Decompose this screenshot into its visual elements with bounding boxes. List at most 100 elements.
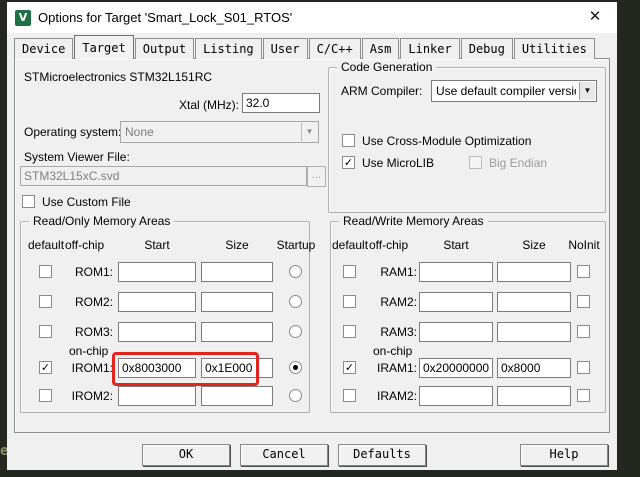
ram1-start-input[interactable] [419, 262, 493, 282]
arm-compiler-select[interactable]: Use default compiler version 5 ▼ [431, 80, 597, 102]
irom1-default-checkbox[interactable]: ✓ [39, 361, 52, 374]
rom2-default-checkbox[interactable] [39, 295, 52, 308]
system-viewer-file-input [20, 166, 307, 186]
read-write-memory-areas-title: Read/Write Memory Areas [339, 214, 488, 228]
ram1-label: RAM1: [359, 265, 417, 279]
rom2-row: ROM2: [21, 292, 309, 312]
tab-listing[interactable]: Listing [195, 38, 262, 59]
ram3-default-checkbox[interactable] [343, 325, 356, 338]
column-header-start: Start [118, 238, 196, 252]
rom2-start-input[interactable] [118, 292, 196, 312]
ram2-size-input[interactable] [497, 292, 571, 312]
rom1-default-checkbox[interactable] [39, 265, 52, 278]
options-for-target-dialog: V Options for Target 'Smart_Lock_S01_RTO… [7, 2, 617, 470]
iram1-size-input[interactable] [497, 358, 571, 378]
iram2-label: IRAM2: [359, 389, 417, 403]
use-custom-file-checkbox[interactable] [22, 195, 35, 208]
rom1-startup-radio[interactable] [289, 265, 302, 278]
target-tab-page: STMicroelectronics STM32L151RC Xtal (MHz… [14, 58, 610, 433]
cancel-button[interactable]: Cancel [240, 444, 328, 466]
operating-system-value: None [125, 125, 298, 139]
iram2-default-checkbox[interactable] [343, 389, 356, 402]
iram1-noinit-checkbox[interactable] [577, 361, 590, 374]
tab-utilities[interactable]: Utilities [514, 38, 595, 59]
read-only-memory-areas-group: Read/Only Memory Areas defaultoff-chipSt… [20, 221, 310, 413]
ram2-noinit-checkbox[interactable] [577, 295, 590, 308]
column-header-off-chip: off-chip [369, 238, 408, 252]
irom2-startup-radio[interactable] [289, 389, 302, 402]
iram2-start-input[interactable] [419, 386, 493, 406]
column-header-size: Size [201, 238, 273, 252]
help-button[interactable]: Help [520, 444, 608, 466]
iram1-start-input[interactable] [419, 358, 493, 378]
tab-device[interactable]: Device [14, 38, 73, 59]
iram2-size-input[interactable] [497, 386, 571, 406]
rom1-label: ROM1: [55, 265, 113, 279]
rom1-row: ROM1: [21, 262, 309, 282]
use-microlib-checkbox[interactable]: ✓ [342, 156, 355, 169]
ram3-label: RAM3: [359, 325, 417, 339]
tab-debug[interactable]: Debug [461, 38, 513, 59]
rom3-size-input[interactable] [201, 322, 273, 342]
ram3-start-input[interactable] [419, 322, 493, 342]
rom3-default-checkbox[interactable] [39, 325, 52, 338]
onchip-label: on-chip [69, 344, 108, 358]
tab-target[interactable]: Target [74, 35, 133, 59]
iram2-row: IRAM2: [331, 386, 605, 406]
defaults-button[interactable]: Defaults [338, 444, 426, 466]
rom3-startup-radio[interactable] [289, 325, 302, 338]
system-viewer-file-label: System Viewer File: [24, 150, 130, 164]
operating-system-select: None ▼ [120, 121, 319, 143]
column-header-off-chip: off-chip [65, 238, 104, 252]
arm-compiler-label: ARM Compiler: [341, 84, 422, 98]
ram1-size-input[interactable] [497, 262, 571, 282]
use-microlib-label: Use MicroLIB [362, 156, 434, 170]
big-endian-checkbox [469, 156, 482, 169]
ram2-label: RAM2: [359, 295, 417, 309]
tab-linker[interactable]: Linker [400, 38, 459, 59]
ram3-noinit-checkbox[interactable] [577, 325, 590, 338]
tab-output[interactable]: Output [135, 38, 194, 59]
irom1-start-input[interactable] [118, 358, 196, 378]
ram1-row: RAM1: [331, 262, 605, 282]
code-generation-group: Code Generation ARM Compiler: Use defaul… [328, 67, 606, 213]
close-icon[interactable]: ✕ [586, 8, 604, 26]
ram1-noinit-checkbox[interactable] [577, 265, 590, 278]
xtal-label: Xtal (MHz): [125, 98, 239, 112]
column-header-noinit: NoInit [555, 238, 613, 252]
iram2-noinit-checkbox[interactable] [577, 389, 590, 402]
irom1-row: ✓IROM1: [21, 358, 309, 378]
rom3-start-input[interactable] [118, 322, 196, 342]
iram1-default-checkbox[interactable]: ✓ [343, 361, 356, 374]
irom2-label: IROM2: [55, 389, 113, 403]
read-write-memory-areas-group: Read/Write Memory Areas defaultoff-chipS… [330, 221, 606, 413]
rom3-label: ROM3: [55, 325, 113, 339]
chevron-down-icon[interactable]: ▼ [579, 82, 595, 100]
rom2-startup-radio[interactable] [289, 295, 302, 308]
big-endian-label: Big Endian [489, 156, 547, 170]
irom2-default-checkbox[interactable] [39, 389, 52, 402]
ram1-default-checkbox[interactable] [343, 265, 356, 278]
ram3-size-input[interactable] [497, 322, 571, 342]
column-header-startup: Startup [267, 238, 325, 252]
rom2-size-input[interactable] [201, 292, 273, 312]
rom1-start-input[interactable] [118, 262, 196, 282]
ok-button[interactable]: OK [142, 444, 230, 466]
arm-compiler-value: Use default compiler version 5 [436, 84, 576, 98]
xtal-input[interactable] [242, 93, 320, 113]
window-title: Options for Target 'Smart_Lock_S01_RTOS' [38, 10, 292, 25]
tab-asm[interactable]: Asm [362, 38, 400, 59]
onchip-label: on-chip [373, 344, 412, 358]
ram2-default-checkbox[interactable] [343, 295, 356, 308]
irom1-size-input[interactable] [201, 358, 273, 378]
tab-user[interactable]: User [263, 38, 308, 59]
titlebar[interactable]: V Options for Target 'Smart_Lock_S01_RTO… [7, 2, 617, 33]
irom2-start-input[interactable] [118, 386, 196, 406]
tab-c-c[interactable]: C/C++ [309, 38, 361, 59]
ram2-start-input[interactable] [419, 292, 493, 312]
irom1-startup-radio[interactable] [289, 361, 302, 374]
rom1-size-input[interactable] [201, 262, 273, 282]
use-cross-module-optimization-checkbox[interactable] [342, 134, 355, 147]
column-header-default: default [332, 238, 368, 252]
irom2-size-input[interactable] [201, 386, 273, 406]
